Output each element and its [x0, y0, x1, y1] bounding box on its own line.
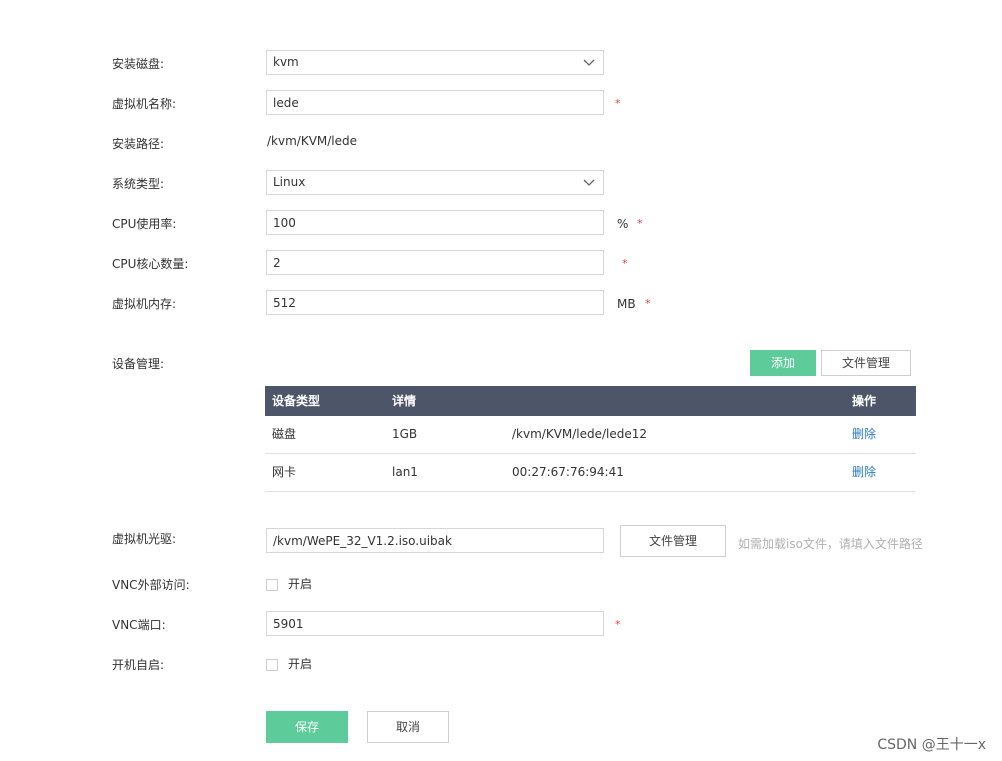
- cell-extra: /kvm/KVM/lede/lede12: [512, 427, 648, 441]
- cdrom-path-input[interactable]: [266, 528, 604, 553]
- table-row: 网卡 lan1 00:27:67:76:94:41 删除: [265, 454, 916, 492]
- autostart-label: 开机自启:: [112, 658, 165, 672]
- required-marker: *: [622, 257, 628, 270]
- cell-extra: 00:27:67:76:94:41: [512, 465, 624, 479]
- cell-type: 网卡: [272, 465, 297, 479]
- required-marker: *: [615, 97, 621, 110]
- cdrom-label: 虚拟机光驱:: [112, 532, 177, 546]
- file-manage-button[interactable]: 文件管理: [821, 350, 911, 376]
- install-disk-label: 安装磁盘:: [112, 57, 165, 71]
- cancel-button[interactable]: 取消: [367, 711, 449, 743]
- cell-detail: 1GB: [392, 427, 418, 441]
- os-type-label: 系统类型:: [112, 177, 165, 191]
- add-device-button[interactable]: 添加: [750, 350, 816, 376]
- memory-unit: MB: [617, 297, 636, 311]
- install-disk-select[interactable]: kvm: [266, 50, 604, 75]
- memory-input[interactable]: [266, 290, 604, 315]
- vnc-port-input[interactable]: [266, 611, 604, 636]
- column-device-type: 设备类型: [272, 394, 321, 408]
- vnc-port-label: VNC端口:: [112, 618, 166, 632]
- install-path-value: /kvm/KVM/lede: [267, 134, 358, 148]
- vm-name-input[interactable]: [266, 90, 604, 115]
- chevron-down-icon: [583, 59, 595, 66]
- install-disk-value: kvm: [273, 55, 299, 69]
- os-type-value: Linux: [273, 175, 306, 189]
- chevron-down-icon: [583, 179, 595, 186]
- delete-link[interactable]: 删除: [852, 416, 876, 453]
- vnc-external-checkbox-label: 开启: [288, 577, 313, 591]
- cdrom-hint: 如需加载iso文件，请填入文件路径: [738, 537, 923, 551]
- column-detail: 详情: [392, 394, 417, 408]
- vnc-external-label: VNC外部访问:: [112, 578, 190, 592]
- vnc-external-checkbox[interactable]: [266, 579, 278, 591]
- cpu-cores-label: CPU核心数量:: [112, 257, 189, 271]
- watermark: CSDN @王十一x: [877, 737, 986, 753]
- cell-type: 磁盘: [272, 427, 297, 441]
- cpu-usage-input[interactable]: [266, 210, 604, 235]
- cpu-usage-unit: %: [617, 217, 629, 231]
- save-button[interactable]: 保存: [266, 711, 348, 743]
- device-table: 设备类型 详情 操作 磁盘 1GB /kvm/KVM/lede/lede12 删…: [265, 386, 916, 492]
- required-marker: *: [645, 297, 651, 310]
- column-action: 操作: [852, 394, 877, 408]
- table-header: 设备类型 详情 操作: [265, 386, 916, 416]
- cdrom-file-manage-button[interactable]: 文件管理: [620, 525, 726, 557]
- autostart-checkbox-label: 开启: [288, 657, 313, 671]
- required-marker: *: [637, 217, 643, 230]
- cpu-cores-input[interactable]: [266, 250, 604, 275]
- autostart-checkbox[interactable]: [266, 659, 278, 671]
- install-path-label: 安装路径:: [112, 137, 165, 151]
- cpu-usage-label: CPU使用率:: [112, 217, 177, 231]
- required-marker: *: [615, 618, 621, 631]
- os-type-select[interactable]: Linux: [266, 170, 604, 195]
- vm-name-label: 虚拟机名称:: [112, 97, 177, 111]
- table-row: 磁盘 1GB /kvm/KVM/lede/lede12 删除: [265, 416, 916, 454]
- memory-label: 虚拟机内存:: [112, 297, 177, 311]
- delete-link[interactable]: 删除: [852, 454, 876, 491]
- devices-label: 设备管理:: [112, 357, 165, 371]
- cell-detail: lan1: [392, 465, 418, 479]
